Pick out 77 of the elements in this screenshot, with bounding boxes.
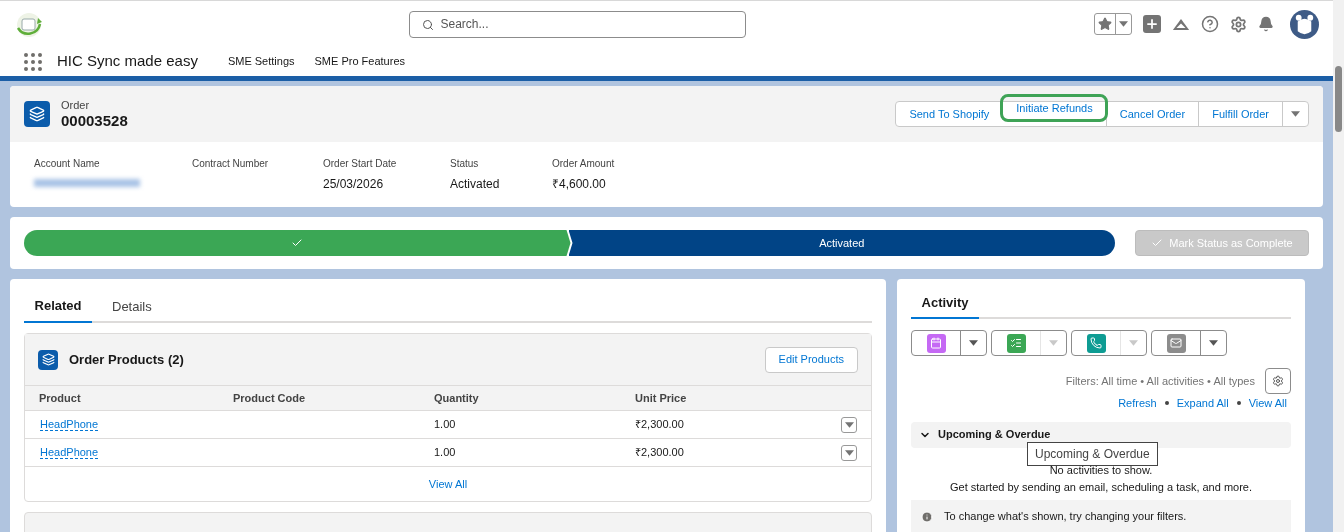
caret-icon xyxy=(969,340,978,346)
checklist-icon xyxy=(1006,333,1026,353)
row-menu-button[interactable] xyxy=(841,416,857,433)
separator-dot xyxy=(1236,401,1241,406)
avatar-icon[interactable] xyxy=(1290,9,1319,39)
caret-icon xyxy=(1129,340,1138,346)
table-cell-text: 1.00 xyxy=(434,417,457,433)
section-header[interactable]: Upcoming & Overdue xyxy=(911,421,1291,448)
order-icon xyxy=(38,349,58,370)
scrollbar-thumb[interactable] xyxy=(1335,66,1342,132)
record-title: 00003528 xyxy=(61,111,128,130)
card-title: Order Products (2) xyxy=(69,350,184,369)
field-value: Activated xyxy=(450,176,501,193)
caret-icon xyxy=(1291,111,1300,117)
column-header: Product Code xyxy=(233,390,307,406)
tab[interactable]: Related xyxy=(24,291,92,323)
filters-text: Filters: All time • All activities • All types xyxy=(1065,373,1255,389)
column-header: Unit Price xyxy=(635,390,687,406)
activity-link[interactable]: Refresh xyxy=(1118,395,1157,412)
field-label: Order Amount xyxy=(552,157,616,171)
caret-icon xyxy=(1209,340,1218,346)
nav-tab[interactable]: SME Settings xyxy=(227,53,295,70)
caret-icon xyxy=(844,449,854,456)
field-label: Order Start Date xyxy=(323,157,398,171)
calendar-icon xyxy=(926,333,946,353)
info-banner: To change what's shown, try changing your filters. xyxy=(911,499,1291,532)
app-launcher-icon[interactable] xyxy=(24,52,42,71)
tooltip: Upcoming & Overdue xyxy=(1027,441,1158,466)
field-label: Status xyxy=(450,157,480,171)
action-button[interactable]: Initiate Refunds xyxy=(1002,96,1106,120)
app-name: HIC Sync made easy xyxy=(57,51,198,72)
phone-icon xyxy=(1086,333,1106,353)
settings-icon xyxy=(1272,375,1284,387)
search-icon xyxy=(421,18,434,31)
action-button[interactable]: Fulfill Order xyxy=(1198,102,1282,126)
path-stage[interactable]: Activated xyxy=(568,230,1115,256)
edit-products-button[interactable]: Edit Products xyxy=(764,346,858,373)
filter-settings-button[interactable] xyxy=(1265,368,1291,394)
info-icon xyxy=(921,510,933,523)
activity-link[interactable]: Expand All xyxy=(1176,395,1229,412)
field-label: Account Name xyxy=(34,157,101,171)
field-value: ₹4,600.00 xyxy=(552,176,607,193)
envelope-icon xyxy=(1166,333,1186,353)
search-field[interactable]: Search... xyxy=(408,10,746,38)
star-icon xyxy=(1098,17,1112,31)
tab[interactable]: Details xyxy=(92,291,172,323)
tab[interactable]: Activity xyxy=(911,289,979,319)
field-label: Contract Number xyxy=(192,157,270,171)
check-icon xyxy=(1151,237,1164,249)
caret-icon xyxy=(1049,340,1058,346)
view-all-link[interactable]: View All xyxy=(428,475,468,493)
favorites-button[interactable] xyxy=(1094,13,1132,35)
row-menu-button[interactable] xyxy=(841,444,857,461)
action-button[interactable]: Cancel Order xyxy=(1105,102,1199,126)
table-cell-text: 1.00 xyxy=(434,445,457,461)
add-button[interactable] xyxy=(1143,15,1161,33)
help-icon[interactable] xyxy=(1201,15,1219,33)
plus-icon xyxy=(1145,17,1159,31)
empty-text: Get started by sending an email, scheduling a task, and more. xyxy=(949,480,1253,495)
table-cell-text: ₹2,300.00 xyxy=(635,445,685,461)
column-header: Quantity xyxy=(434,390,480,406)
settings-icon[interactable] xyxy=(1230,15,1247,33)
field-value: 25/03/2026 xyxy=(323,176,385,193)
caret-icon xyxy=(844,421,854,428)
order-icon xyxy=(24,101,50,127)
object-label: Order xyxy=(61,98,91,112)
nav-tab[interactable]: SME Pro Features xyxy=(314,53,405,70)
action-button[interactable]: Send To Shopify xyxy=(896,102,1003,126)
bell-icon[interactable] xyxy=(1258,16,1274,32)
product-link[interactable]: HeadPhone xyxy=(39,444,233,461)
product-link[interactable]: HeadPhone xyxy=(39,416,233,433)
caret-icon xyxy=(1119,21,1128,27)
column-header: Product xyxy=(39,390,82,406)
separator-dot xyxy=(1164,401,1169,406)
activity-link[interactable]: View All xyxy=(1248,395,1287,412)
check-icon xyxy=(291,237,304,249)
table-cell-text: ₹2,300.00 xyxy=(635,417,685,433)
